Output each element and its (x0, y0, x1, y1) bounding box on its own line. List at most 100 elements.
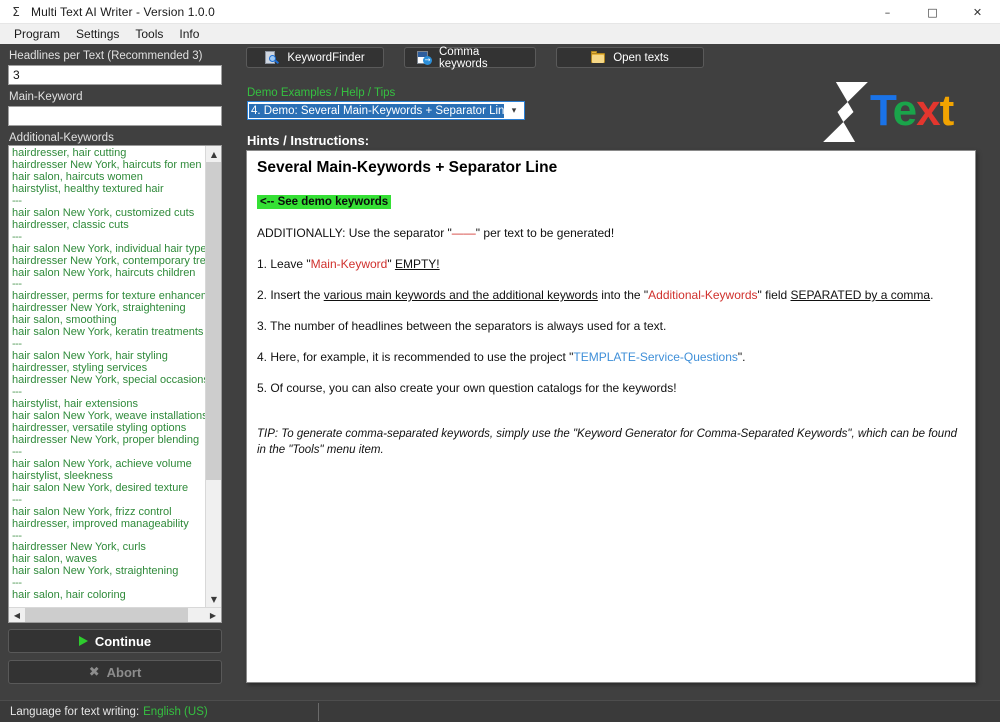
keyword-finder-button[interactable]: KeywordFinder (246, 47, 384, 68)
keyword-separator[interactable]: --- (12, 494, 205, 507)
menu-item-info[interactable]: Info (171, 25, 207, 44)
status-bar: Language for text writing: English (US) (0, 700, 1000, 722)
keyword-list-item[interactable]: hair salon New York, haircuts children (12, 267, 205, 280)
keyword-finder-label: KeywordFinder (287, 51, 365, 64)
folder-icon (591, 51, 606, 64)
hints-item-4: 4. Here, for example, it is recommended … (257, 350, 965, 365)
additionally-suffix: " per text to be generated! (475, 226, 615, 240)
vertical-scroll-thumb[interactable] (206, 162, 221, 480)
menu-item-tools[interactable]: Tools (127, 25, 171, 44)
horizontal-scroll-thumb[interactable] (25, 608, 188, 622)
close-button[interactable]: ✕ (955, 0, 1000, 24)
play-icon (78, 636, 88, 646)
minimize-button[interactable]: – (865, 0, 910, 24)
main-keyword-label: Main-Keyword (9, 91, 83, 103)
headlines-per-text-input[interactable] (8, 65, 222, 85)
scroll-right-arrow-icon[interactable]: ▶ (205, 608, 221, 622)
language-label: Language for text writing: (10, 705, 140, 718)
listbox-vertical-scrollbar[interactable]: ▲ ▼ (205, 146, 221, 607)
comma-keywords-button[interactable]: → Comma keywords (404, 45, 536, 70)
item4-project-name: TEMPLATE-Service-Questions (573, 350, 738, 364)
hints-item-2: 2. Insert the various main keywords and … (257, 288, 965, 303)
keyword-list-item[interactable]: hairdresser New York, proper blending (12, 434, 205, 447)
keyword-list-item[interactable]: hair salon New York, desired texture (12, 482, 205, 495)
logo-letter-t1: T (870, 86, 894, 135)
maximize-button[interactable]: □ (910, 0, 955, 24)
separator-token: —— (451, 226, 476, 240)
hints-title: Several Main-Keywords + Separator Line (257, 159, 558, 176)
title-bar: Σ Multi Text AI Writer - Version 1.0.0 –… (0, 0, 1000, 24)
scroll-left-arrow-icon[interactable]: ◀ (9, 608, 25, 622)
additionally-prefix: ADDITIONALLY: Use the separator " (257, 226, 452, 240)
see-demo-keywords-badge: <-- See demo keywords (257, 195, 392, 209)
logo-letter-t2: t (939, 86, 955, 135)
keyword-finder-icon (265, 51, 280, 64)
item2-mid: into the " (597, 288, 649, 302)
status-divider (317, 702, 319, 721)
keyword-list-item[interactable]: hair salon New York, keratin treatments (12, 326, 205, 339)
keyword-list-item[interactable]: hair salon New York, achieve volume (12, 458, 205, 471)
keyword-list-item[interactable]: hairdresser New York, special occasions (12, 374, 205, 387)
toolbar: KeywordFinder → Comma keywords Open text… (246, 45, 704, 70)
demo-examples-dropdown[interactable]: 4. Demo: Several Main-Keywords + Separat… (247, 101, 525, 120)
chevron-down-icon[interactable]: ▾ (504, 102, 524, 119)
sigma-icon: Σ (12, 4, 20, 19)
keyword-separator[interactable]: --- (12, 446, 205, 459)
hints-additionally-line: ADDITIONALLY: Use the separator "——" per… (257, 226, 965, 241)
item2-suffix: . (930, 288, 934, 302)
demo-examples-selected-value: 4. Demo: Several Main-Keywords + Separat… (249, 103, 504, 118)
menu-item-settings[interactable]: Settings (68, 25, 127, 44)
item2-underline-2: SEPARATED by a comma (790, 288, 931, 302)
demo-examples-label: Demo Examples / Help / Tips (247, 87, 396, 99)
window-controls: – □ ✕ (865, 0, 1000, 24)
item1-mid: " (387, 257, 395, 271)
comma-keywords-label: Comma keywords (439, 45, 488, 70)
abort-button-label: Abort (106, 664, 142, 680)
application-window: Σ Multi Text AI Writer - Version 1.0.0 –… (0, 0, 1000, 722)
additional-keywords-label: Additional-Keywords (9, 132, 114, 144)
keyword-list-item[interactable]: hair salon New York, individual hair typ… (12, 243, 205, 256)
keyword-list-item[interactable]: hair salon New York, straightening (12, 565, 205, 578)
keyword-list-item[interactable]: hairdresser, improved manageability (12, 518, 205, 531)
headlines-per-text-label: Headlines per Text (Recommended 3) (9, 50, 203, 62)
keyword-list-item[interactable]: hairdresser New York, contemporary trend… (12, 255, 205, 268)
language-status: Language for text writing: English (US) (0, 701, 208, 722)
language-value: English (US) (143, 705, 208, 718)
keyword-list-item[interactable]: hair salon New York, frizz control (12, 506, 205, 519)
menu-bar: Program Settings Tools Info (0, 24, 1000, 44)
scroll-up-arrow-icon[interactable]: ▲ (206, 146, 221, 162)
main-keyword-input[interactable] (8, 106, 222, 126)
menu-item-program[interactable]: Program (6, 25, 68, 44)
additional-keywords-listbox[interactable]: hairdresser, hair cutting hairdresser New… (8, 145, 222, 623)
left-panel: Headlines per Text (Recommended 3) Main-… (0, 44, 236, 699)
window-title: Multi Text AI Writer - Version 1.0.0 (31, 4, 215, 19)
item4-suffix: ". (737, 350, 746, 364)
abort-button[interactable]: ✖ Abort (8, 660, 222, 684)
keyword-list-item[interactable]: hairdresser, classic cuts (12, 219, 205, 232)
item1-main-keyword: Main-Keyword (310, 257, 388, 271)
keyword-separator[interactable]: --- (12, 231, 205, 244)
logo-letter-e: e (892, 86, 918, 135)
continue-button-label: Continue (94, 633, 152, 649)
hints-item-3: 3. The number of headlines between the s… (257, 319, 667, 333)
hints-tip: TIP: To generate comma-separated keyword… (257, 428, 957, 456)
open-texts-button[interactable]: Open texts (556, 47, 704, 68)
open-texts-label: Open texts (613, 51, 669, 64)
item4-prefix: 4. Here, for example, it is recommended … (257, 350, 574, 364)
keyword-list-item[interactable]: hairstylist, sleekness (12, 470, 205, 483)
scroll-down-arrow-icon[interactable]: ▼ (206, 591, 221, 607)
keyword-list-item[interactable]: hair salon New York, customized cuts (12, 207, 205, 220)
additional-keywords-list[interactable]: hairdresser, hair cutting hairdresser New… (9, 146, 205, 607)
logo-wordmark: Text (870, 86, 955, 136)
hints-item-5: 5. Of course, you can also create your o… (257, 381, 677, 395)
comma-keywords-icon: → (417, 51, 432, 65)
continue-button[interactable]: Continue (8, 629, 222, 653)
hints-panel: Several Main-Keywords + Separator Line <… (246, 150, 976, 683)
close-x-icon: ✖ (88, 664, 100, 680)
keyword-separator[interactable]: --- (12, 195, 205, 208)
item2-field-name: Additional-Keywords (648, 288, 758, 302)
keyword-list-item[interactable]: hair salon, hair coloring (12, 589, 205, 602)
listbox-horizontal-scrollbar[interactable]: ◀ ▶ (9, 607, 221, 622)
hints-item-1: 1. Leave "Main-Keyword" EMPTY! (257, 257, 965, 272)
keyword-list-item[interactable]: hairstylist, healthy textured hair (12, 183, 205, 196)
